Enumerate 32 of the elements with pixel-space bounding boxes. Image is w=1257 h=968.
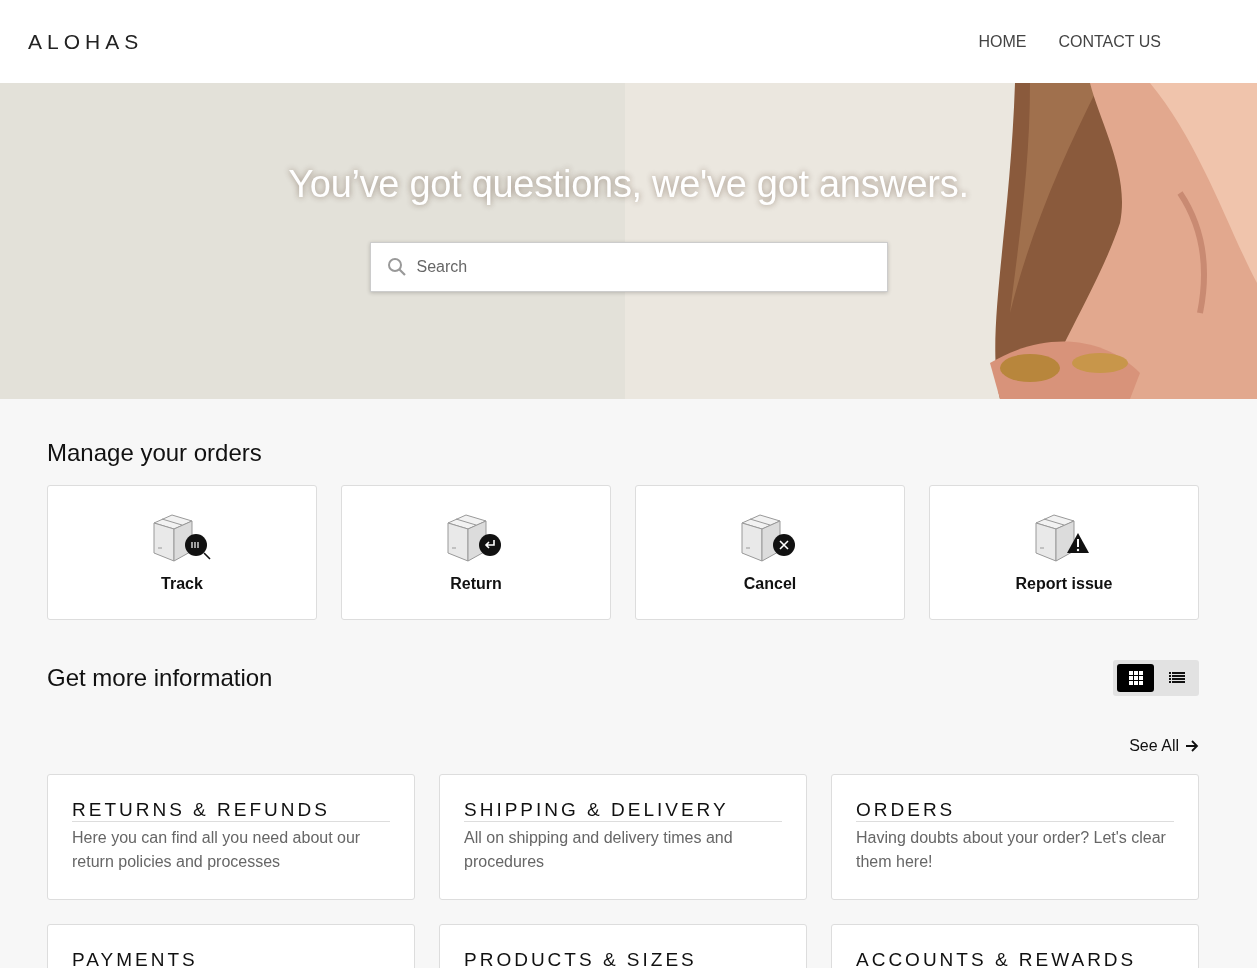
nav-link[interactable]: CONTACT US — [1058, 32, 1161, 51]
section-heading: Manage your orders — [47, 439, 263, 467]
action-card[interactable]: Report issue — [929, 485, 1199, 620]
list-icon — [1168, 672, 1185, 684]
box-search-icon — [152, 512, 212, 563]
category-card[interactable]: ORDERS Having doubts about your order? Let's clear them here! — [831, 774, 1199, 900]
category-card[interactable]: ACCOUNTS & REWARDS — [831, 924, 1199, 968]
category-card[interactable]: PRODUCTS & SIZES — [439, 924, 807, 968]
category-description: All on shipping and delivery times and procedures — [464, 828, 734, 872]
arrow-right-icon — [1185, 739, 1199, 753]
category-description: Here you can find all you need about our return policies and processes — [72, 828, 362, 872]
see-all-link[interactable]: See All — [1129, 737, 1199, 755]
grid-view-button[interactable] — [1117, 664, 1154, 692]
category-title: ORDERS — [856, 799, 1174, 822]
nav-link[interactable]: HOME — [978, 32, 1027, 51]
category-description: Having doubts about your order? Let's clear them here! — [856, 828, 1167, 872]
action-card[interactable]: Return — [341, 485, 611, 620]
search-field[interactable]: Search — [369, 242, 888, 292]
brand-logo[interactable]: ALOHAS — [28, 29, 144, 54]
category-title: PRODUCTS & SIZES — [464, 949, 782, 968]
category-card[interactable]: PAYMENTS — [47, 924, 415, 968]
category-title: RETURNS & REFUNDS — [72, 799, 390, 822]
grid-icon — [1128, 671, 1143, 685]
action-card[interactable]: Cancel — [635, 485, 905, 620]
category-title: SHIPPING & DELIVERY — [464, 799, 782, 822]
search-icon — [386, 257, 407, 277]
section-heading: Get more information — [47, 664, 273, 692]
action-card[interactable]: Track — [47, 485, 317, 620]
category-card[interactable]: RETURNS & REFUNDS Here you can find all you need about our return policies and processes — [47, 774, 415, 900]
category-card[interactable]: SHIPPING & DELIVERY All on shipping and delivery times and procedures — [439, 774, 807, 900]
category-title: ACCOUNTS & REWARDS — [856, 949, 1174, 968]
category-title: PAYMENTS — [72, 949, 390, 968]
